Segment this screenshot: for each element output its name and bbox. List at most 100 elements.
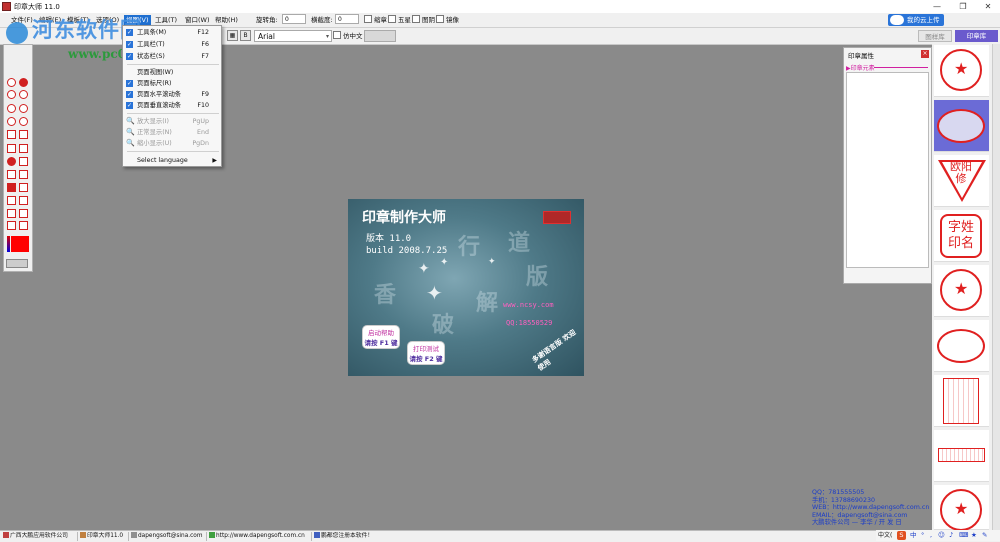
- tool-circle[interactable]: [7, 78, 16, 87]
- library-seal-item[interactable]: [934, 320, 989, 372]
- tool-frame-a[interactable]: [7, 196, 16, 205]
- tool-grid-a[interactable]: [7, 170, 16, 179]
- splash-corner-text: 多谢语言版 欢迎使用: [530, 328, 578, 373]
- menu-item-statusbar[interactable]: ✓ 状态栏(S) F7: [123, 51, 221, 62]
- tool-rect[interactable]: [19, 130, 28, 139]
- tool-ellipse[interactable]: [7, 117, 16, 126]
- menu-item-h-scroll[interactable]: ✓ 页面水平滚动条 F9: [123, 89, 221, 100]
- toolbox-icon[interactable]: ✎: [982, 531, 987, 540]
- splash-screen[interactable]: 印章制作大师 版本 11.0 build 2008.7.25 行 道 香 破 解 …: [348, 199, 584, 376]
- seal-rect: [943, 378, 979, 424]
- check-mirror[interactable]: 镜像: [436, 15, 459, 25]
- library-seal-item[interactable]: [934, 100, 989, 152]
- maximize-button[interactable]: ❐: [952, 0, 974, 13]
- library-tabs: 图样库 印章库: [918, 30, 1000, 42]
- library-seal-item[interactable]: [934, 430, 989, 482]
- tool-ellipse-wide[interactable]: [19, 117, 28, 126]
- tab-seal-library[interactable]: 印章库: [955, 30, 998, 42]
- tool-oval-double[interactable]: [19, 104, 28, 113]
- check-star[interactable]: 五星: [388, 15, 411, 25]
- minimize-button[interactable]: —: [926, 0, 948, 13]
- tool-bar-b[interactable]: [19, 221, 28, 230]
- color-gradient-strip[interactable]: [7, 236, 10, 252]
- keyboard-icon[interactable]: ⌨: [959, 531, 968, 540]
- tool-grid-b[interactable]: [19, 170, 28, 179]
- tool-circle-filled[interactable]: [19, 78, 28, 87]
- tool-rect-double[interactable]: [19, 144, 28, 153]
- library-seal-item[interactable]: 欧阳修: [934, 155, 989, 207]
- splash-print-test-button[interactable]: 打印测试 请按 F2 键: [407, 341, 445, 365]
- status-company: 广西大鹏应用软件公司: [3, 532, 68, 541]
- tool-star[interactable]: [7, 157, 16, 166]
- menu-window[interactable]: 窗口(W): [183, 15, 212, 25]
- tab-pattern-library[interactable]: 图样库: [918, 30, 952, 42]
- close-icon[interactable]: ×: [921, 50, 929, 58]
- contact-email: EMAIL：dapengsoft@sina.com: [812, 511, 908, 519]
- library-seal-item[interactable]: ★: [934, 265, 989, 317]
- splash-qq: QQ:18550529: [506, 319, 553, 327]
- watermark-logo-icon: [6, 22, 28, 44]
- menu-item-toolstrip[interactable]: ✓ 工具条(M) F12: [123, 27, 221, 38]
- library-seal-item[interactable]: 字姓印名: [934, 210, 989, 262]
- menu-item-select-language[interactable]: Select language ▶: [123, 155, 221, 166]
- star-icon: ★: [954, 499, 969, 518]
- menu-tools[interactable]: 工具(T): [153, 15, 179, 25]
- chevron-right-icon: ▶: [212, 157, 217, 164]
- check-scale[interactable]: 缩章: [364, 15, 387, 25]
- library-scrollbar[interactable]: [992, 44, 1000, 530]
- bold-icon[interactable]: B: [240, 30, 251, 41]
- menu-item-page-view[interactable]: 页面视图(W): [123, 67, 221, 78]
- tool-frame-b[interactable]: [19, 196, 28, 205]
- ime-chinese-icon[interactable]: 中: [910, 531, 917, 540]
- ime-logo-icon[interactable]: S: [897, 531, 906, 540]
- printer-icon[interactable]: ▦: [227, 30, 238, 41]
- tool-bar-a[interactable]: [7, 221, 16, 230]
- emoji-icon[interactable]: ☺: [938, 531, 945, 540]
- tool-square-double[interactable]: [7, 144, 16, 153]
- library-seal-item[interactable]: [934, 375, 989, 427]
- status-product: 印章大师11.0: [80, 532, 123, 541]
- check-fake-chinese[interactable]: 仿中文: [333, 31, 363, 41]
- tool-ring-double[interactable]: [19, 90, 28, 99]
- tilt-input[interactable]: 0: [335, 14, 359, 24]
- status-divider: [311, 532, 312, 541]
- color-swatch[interactable]: [11, 236, 29, 252]
- close-button[interactable]: ✕: [977, 0, 999, 13]
- tool-triangle[interactable]: [19, 157, 28, 166]
- library-seal-item[interactable]: ★: [934, 45, 989, 97]
- menu-item-v-scroll[interactable]: ✓ 页面垂直滚动条 F10: [123, 100, 221, 111]
- tool-ring[interactable]: [7, 90, 16, 99]
- menu-item-zoom-normal[interactable]: 🔍 正常显示(N) End: [123, 127, 221, 138]
- cloud-upload-button[interactable]: 我的云上传: [888, 14, 944, 26]
- ime-punct-icon[interactable]: ,: [930, 531, 932, 540]
- tool-frame-d[interactable]: [19, 209, 28, 218]
- font-select[interactable]: Arial ▾: [254, 30, 332, 42]
- menu-item-zoom-out[interactable]: 🔍 缩小显示(U) PgDn: [123, 138, 221, 149]
- contact-web: WEB：http://www.dapengsoft.com.cn: [812, 504, 930, 511]
- menu-separator: [127, 151, 219, 152]
- stamp-tool-icon[interactable]: [6, 259, 28, 268]
- tool-frame-c[interactable]: [7, 209, 16, 218]
- menu-help[interactable]: 帮助(H): [213, 15, 240, 25]
- seal-element-list[interactable]: [846, 72, 929, 268]
- ime-halfwidth-icon[interactable]: °: [921, 531, 924, 540]
- skin-icon[interactable]: ★: [971, 531, 977, 540]
- menu-item-zoom-in[interactable]: 🔍 放大显示(I) PgUp: [123, 116, 221, 127]
- splash-help-button[interactable]: 启动帮助 请按 F1 键: [362, 325, 400, 349]
- menu-item-page-ruler[interactable]: ✓ 页面标尺(R): [123, 78, 221, 89]
- rotation-input[interactable]: 0: [282, 14, 306, 24]
- chevron-down-icon: ▾: [325, 33, 329, 40]
- font-size-box[interactable]: [364, 30, 396, 42]
- library-seal-item[interactable]: ★: [934, 485, 989, 531]
- splash-badge: [543, 211, 571, 224]
- tool-block-a[interactable]: [7, 183, 16, 192]
- status-divider: [206, 532, 207, 541]
- tool-oval[interactable]: [7, 104, 16, 113]
- menu-item-toolbar[interactable]: ✓ 工具栏(T) F6: [123, 39, 221, 50]
- status-website: http://www.dapengsoft.com.cn: [209, 532, 305, 541]
- voice-icon[interactable]: ♪: [949, 531, 953, 540]
- check-yin[interactable]: 图阴: [412, 15, 435, 25]
- tool-block-b[interactable]: [19, 183, 28, 192]
- tool-square[interactable]: [7, 130, 16, 139]
- check-icon: ✓: [126, 91, 133, 98]
